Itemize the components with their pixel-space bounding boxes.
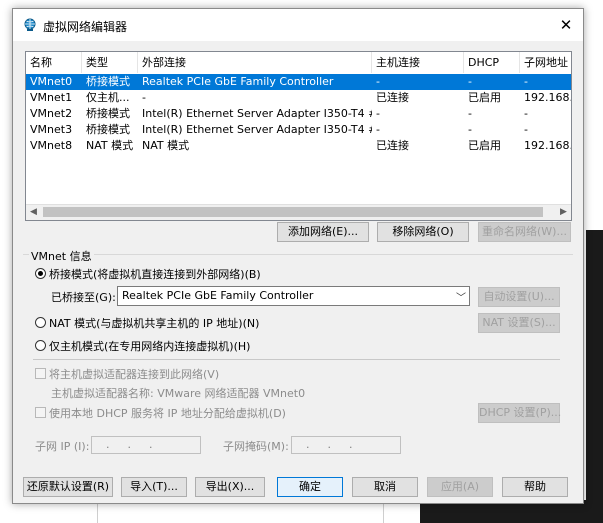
column-header-name[interactable]: 名称 (26, 52, 82, 73)
title-bar: 虚拟网络编辑器 ✕ (13, 9, 583, 41)
cell-name: VMnet3 (30, 123, 73, 136)
ok-button[interactable]: 确定 (277, 477, 343, 497)
bridged-adapter-value: Realtek PCIe GbE Family Controller (122, 289, 314, 302)
cell-dhcp: 已启用 (468, 139, 501, 152)
window-title: 虚拟网络编辑器 (43, 20, 128, 34)
nat-mode-radio[interactable] (35, 317, 46, 328)
connect-adapter-label[interactable]: 将主机虚拟适配器连接到此网络(V) (49, 366, 219, 382)
bridged-mode-label[interactable]: 桥接模式(将虚拟机直接连接到外部网络)(B) (49, 266, 261, 282)
host-only-label[interactable]: 仅主机模式(在专用网络内连接虚拟机)(H) (49, 338, 250, 354)
cell-name: VMnet0 (30, 75, 73, 88)
nat-settings-button[interactable]: NAT 设置(S)... (478, 313, 560, 333)
cell-external: Realtek PCIe GbE Family Controller (142, 75, 334, 88)
cell-host: 已连接 (376, 91, 409, 104)
cell-dhcp: - (468, 123, 472, 136)
virtual-network-editor-dialog: 虚拟网络编辑器 ✕ 名称 类型 外部连接 主机连接 DHCP 子网地址 VMne… (12, 8, 584, 504)
cell-host: - (376, 123, 380, 136)
cell-external: Intel(R) Ethernet Server Adapter I350-T4… (142, 107, 372, 120)
restore-defaults-button[interactable]: 还原默认设置(R) (23, 477, 113, 497)
cell-type: 桥接模式 (86, 123, 130, 136)
nat-mode-label[interactable]: NAT 模式(与虚拟机共享主机的 IP 地址)(N) (49, 315, 259, 331)
cell-external: Intel(R) Ethernet Server Adapter I350-T4… (142, 123, 372, 136)
subnet-ip-label: 子网 IP (I): (35, 440, 90, 453)
export-button[interactable]: 导出(X)... (195, 477, 265, 497)
cell-host: - (376, 75, 380, 88)
background-window-edge (586, 230, 603, 523)
bridged-to-label: 已桥接至(G): (51, 291, 116, 304)
bridged-adapter-select[interactable]: Realtek PCIe GbE Family Controller ﹀ (117, 286, 470, 306)
help-button[interactable]: 帮助 (502, 477, 568, 497)
cancel-button[interactable]: 取消 (352, 477, 418, 497)
cell-host: - (376, 107, 380, 120)
cell-external: NAT 模式 (142, 139, 190, 152)
cell-subnet: 192.168.2 (524, 139, 571, 152)
subnet-mask-input[interactable]: ... (291, 436, 401, 454)
dhcp-settings-button[interactable]: DHCP 设置(P)... (478, 403, 561, 423)
column-header-host[interactable]: 主机连接 (372, 52, 464, 73)
table-row[interactable]: VMnet1 仅主机... - 已连接 已启用 192.168.3 (26, 90, 571, 106)
vmnet-info-label: VMnet 信息 (29, 248, 94, 264)
cell-name: VMnet2 (30, 107, 73, 120)
close-icon[interactable]: ✕ (553, 13, 579, 37)
scroll-thumb[interactable] (43, 207, 543, 217)
use-dhcp-checkbox[interactable] (35, 407, 46, 418)
cell-dhcp: - (468, 107, 472, 120)
horizontal-scrollbar[interactable]: ◀ ▶ (26, 204, 571, 220)
cell-subnet: - (524, 107, 528, 120)
host-only-radio[interactable] (35, 340, 46, 351)
subnet-mask-label: 子网掩码(M): (223, 440, 289, 453)
cell-type: 桥接模式 (86, 107, 130, 120)
cell-dhcp: - (468, 75, 472, 88)
cell-subnet: - (524, 75, 528, 88)
column-header-subnet[interactable]: 子网地址 (520, 52, 571, 73)
network-list[interactable]: 名称 类型 外部连接 主机连接 DHCP 子网地址 VMnet0 桥接模式 Re… (25, 51, 572, 221)
import-button[interactable]: 导入(T)... (121, 477, 187, 497)
subnet-ip-input[interactable]: ... (91, 436, 201, 454)
use-dhcp-label[interactable]: 使用本地 DHCP 服务将 IP 地址分配给虚拟机(D) (49, 405, 286, 421)
apply-button[interactable]: 应用(A) (427, 477, 493, 497)
cell-type: NAT 模式 (86, 139, 134, 152)
cell-host: 已连接 (376, 139, 409, 152)
rename-network-button[interactable]: 重命名网络(W)... (478, 222, 571, 242)
separator (33, 359, 560, 360)
table-row[interactable]: VMnet8 NAT 模式 NAT 模式 已连接 已启用 192.168.2 (26, 138, 571, 154)
remove-network-button[interactable]: 移除网络(O) (377, 222, 469, 242)
adapter-name-label: 主机虚拟适配器名称: VMware 网络适配器 VMnet0 (51, 387, 306, 400)
connect-adapter-checkbox[interactable] (35, 368, 46, 379)
table-row[interactable]: VMnet2 桥接模式 Intel(R) Ethernet Server Ada… (26, 106, 571, 122)
cell-external: - (142, 91, 146, 104)
column-header-type[interactable]: 类型 (82, 52, 138, 73)
table-row[interactable]: VMnet3 桥接模式 Intel(R) Ethernet Server Ada… (26, 122, 571, 138)
cell-dhcp: 已启用 (468, 91, 501, 104)
auto-settings-button[interactable]: 自动设置(U)... (478, 287, 560, 307)
column-header-external[interactable]: 外部连接 (138, 52, 372, 73)
bridged-mode-radio[interactable] (35, 268, 46, 279)
cell-type: 仅主机... (86, 91, 130, 104)
cell-name: VMnet1 (30, 91, 73, 104)
column-header-dhcp[interactable]: DHCP (464, 52, 520, 73)
add-network-button[interactable]: 添加网络(E)... (277, 222, 369, 242)
cell-subnet: 192.168.3 (524, 91, 571, 104)
cell-name: VMnet8 (30, 139, 73, 152)
network-globe-icon (24, 18, 36, 31)
cell-subnet: - (524, 123, 528, 136)
scroll-right-icon[interactable]: ▶ (556, 205, 571, 220)
scroll-left-icon[interactable]: ◀ (26, 205, 41, 220)
chevron-down-icon: ﹀ (456, 293, 466, 304)
table-row[interactable]: VMnet0 桥接模式 Realtek PCIe GbE Family Cont… (26, 74, 571, 90)
cell-type: 桥接模式 (86, 75, 130, 88)
